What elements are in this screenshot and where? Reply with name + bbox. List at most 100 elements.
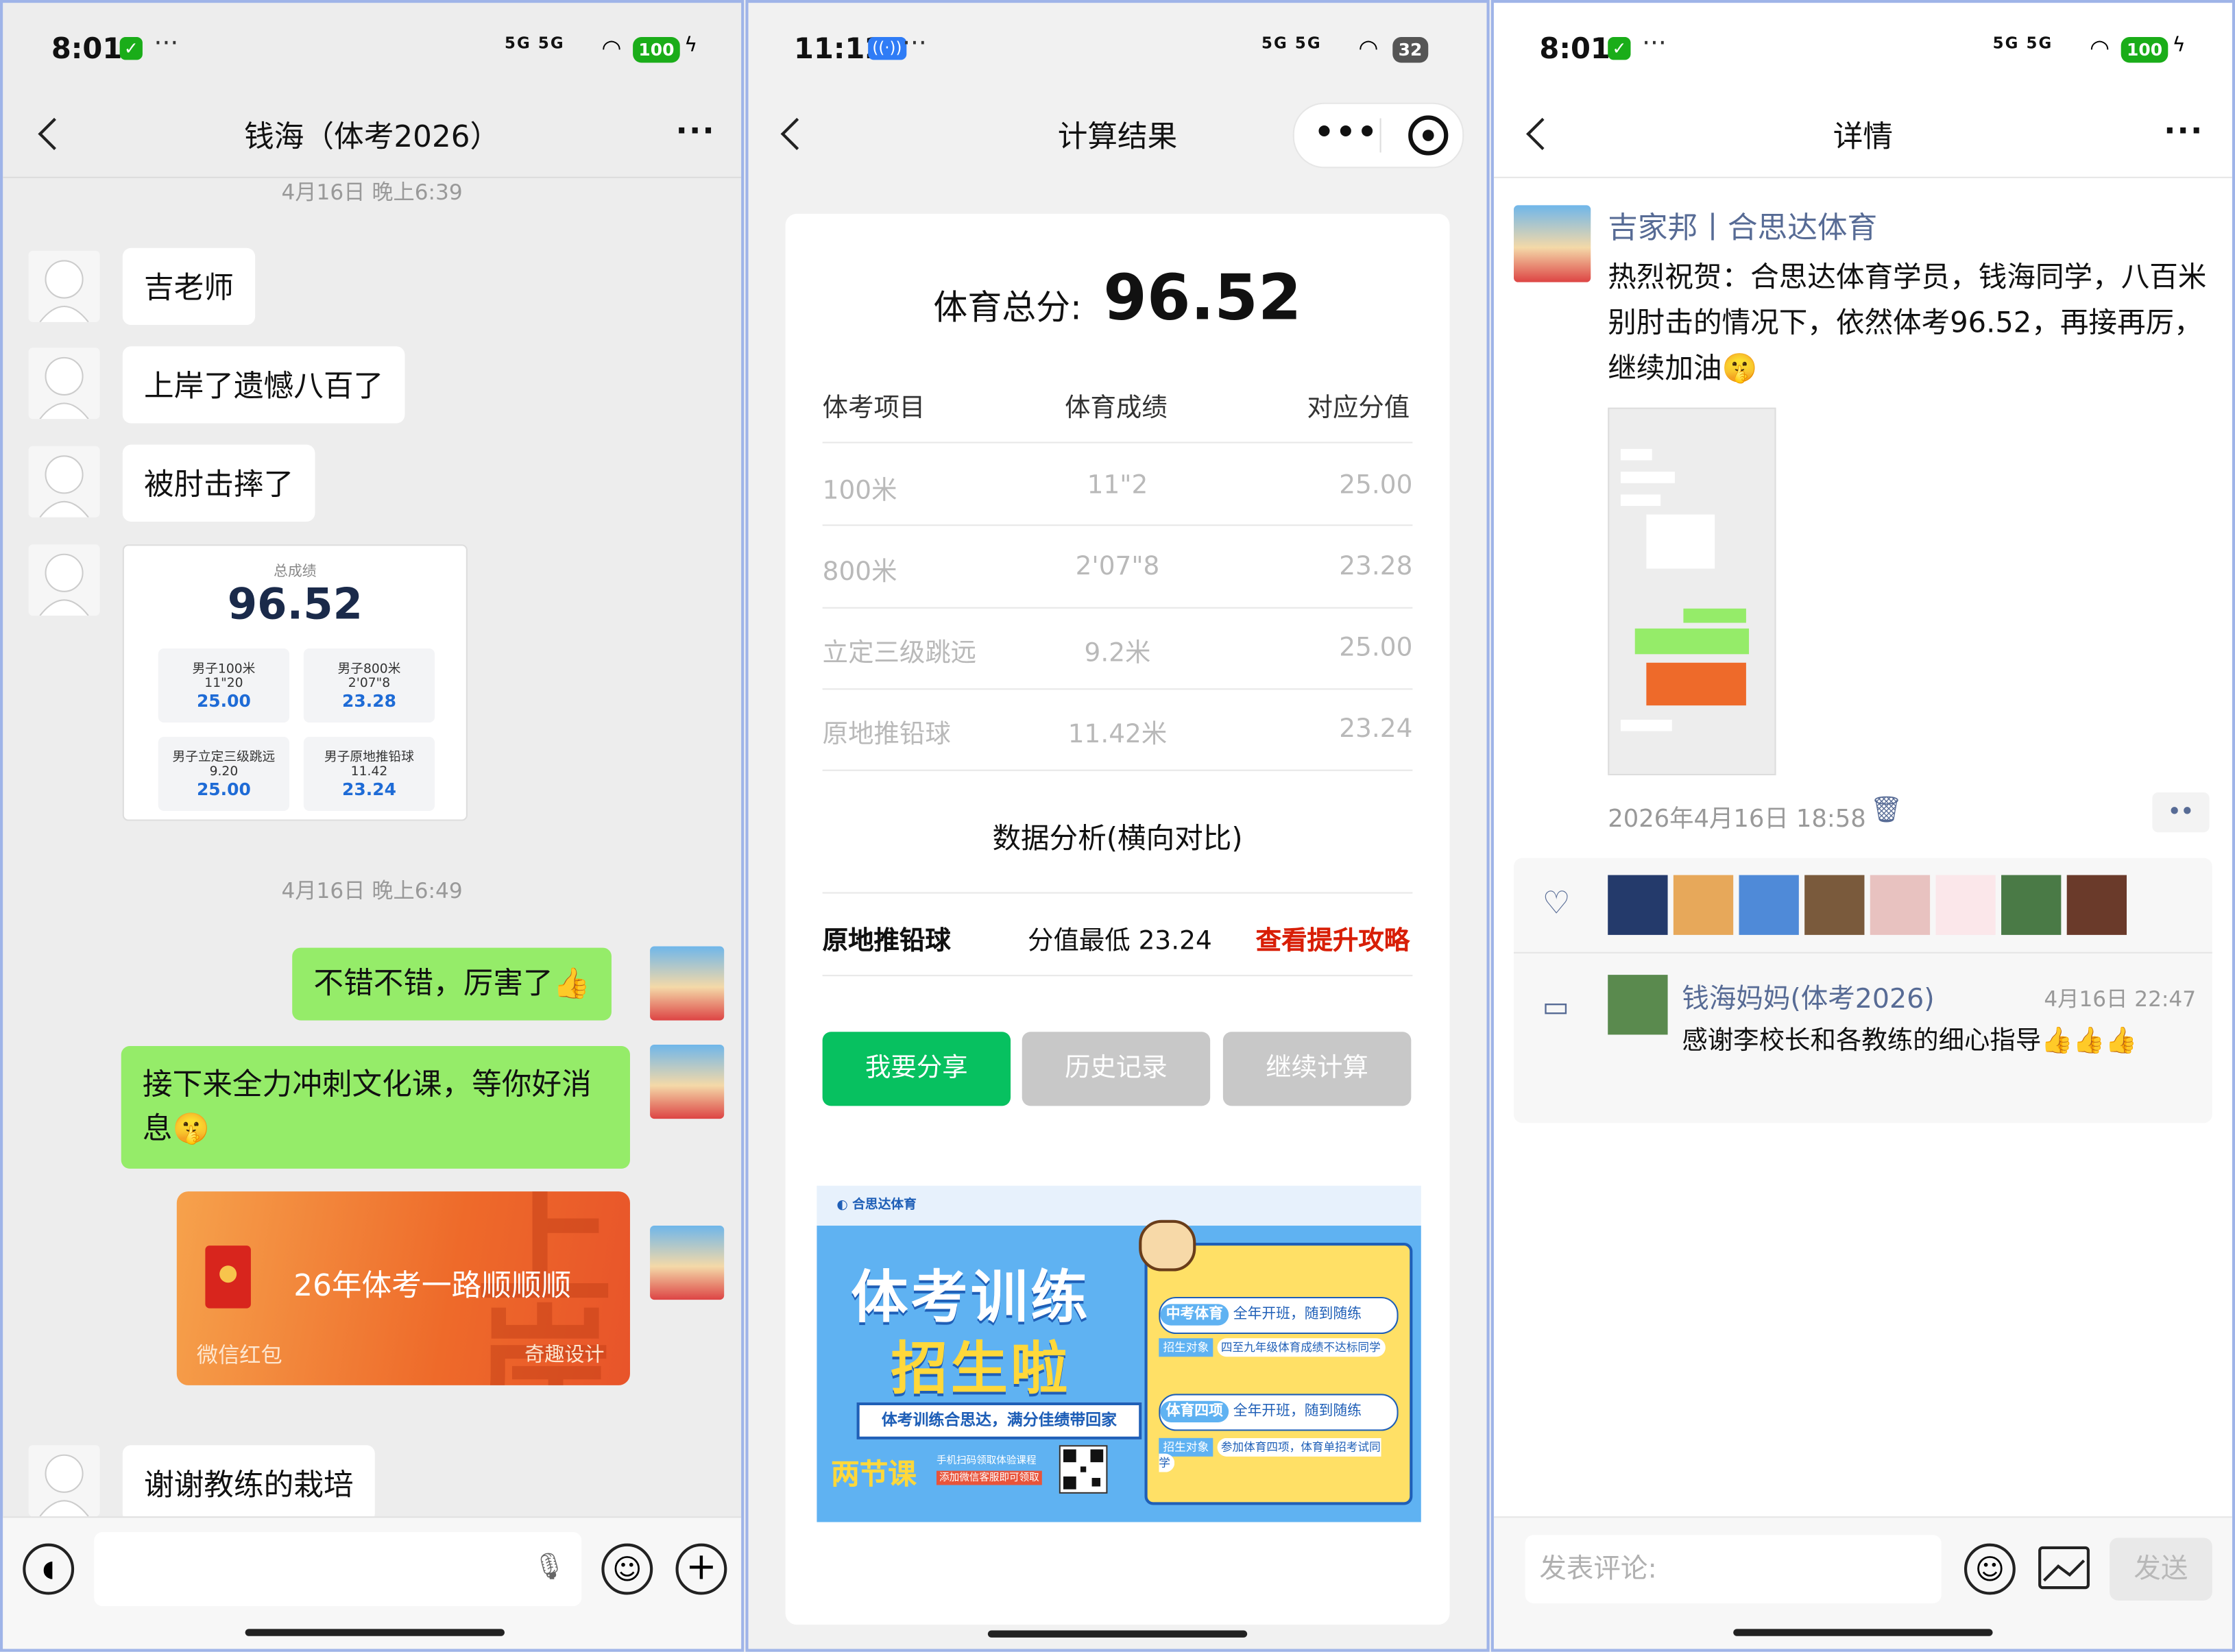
avatar[interactable] [650, 946, 725, 1021]
more-icon[interactable]: ••• [1314, 115, 1379, 151]
comment-icon: ▭ [1542, 988, 1569, 1023]
comment-text: 感谢李校长和各教练的细心指导👍👍👍 [1682, 1025, 2138, 1056]
analysis-text: 分值最低 23.24 [1028, 926, 1212, 957]
total-score-row: 体育总分: 96.52 [786, 263, 1450, 335]
charging-icon: ϟ [684, 34, 698, 58]
heart-icon: ♡ [1542, 886, 1571, 923]
row-score: 25.00 [1339, 470, 1413, 500]
chat-title: 钱海（体考2026） [244, 119, 500, 154]
image-icon[interactable] [2038, 1546, 2090, 1590]
message-bubble[interactable]: 吉老师 [122, 247, 256, 326]
chat-panel: 8:01 ✓ ··· 5G 5G ◠ 100 ϟ 钱海（体考2026） ··· … [0, 0, 745, 1652]
commenter-name[interactable]: 钱海妈妈(体考2026) [1682, 977, 1934, 1016]
thumb-bubble [1620, 472, 1675, 483]
more-status-icon: ··· [154, 28, 179, 59]
avatar[interactable] [28, 348, 100, 420]
divider [822, 524, 1413, 526]
plus-icon[interactable]: + [675, 1543, 727, 1595]
row-score: 23.24 [1339, 714, 1413, 744]
thumb-bubble [1620, 494, 1661, 507]
liker-avatar[interactable] [1673, 875, 1734, 935]
thumb-bubble [1634, 628, 1750, 655]
result-card: 体育总分: 96.52 体考项目 体育成绩 对应分值 100米 11"2 25.… [785, 213, 1450, 1625]
voice-icon[interactable]: ◖ [23, 1543, 75, 1595]
comment-input[interactable]: 发表评论: [1525, 1535, 1942, 1603]
emoji-icon[interactable]: ☺ [601, 1543, 653, 1595]
history-button[interactable]: 历史记录 [1022, 1032, 1211, 1106]
commenter-avatar[interactable] [1608, 975, 1668, 1035]
qr-code [1059, 1445, 1108, 1494]
trash-icon[interactable]: 🗑 [1870, 795, 1903, 825]
liker-avatar[interactable] [2066, 875, 2127, 935]
analysis-item: 原地推铅球 [822, 926, 951, 957]
avatar[interactable] [650, 1226, 725, 1300]
row-perf: 9.2米 [1084, 638, 1151, 669]
comment-bar: 发表评论: ☺ 发送 [1493, 1516, 2232, 1649]
message-input[interactable]: 🎙 [94, 1532, 582, 1607]
shield-icon: ✓ [119, 37, 143, 60]
improve-strategy-link[interactable]: 查看提升攻略 [1256, 921, 1410, 958]
message-bubble[interactable]: 谢谢教练的栽培 [122, 1445, 375, 1522]
divider [822, 607, 1413, 609]
row-score: 23.28 [1339, 551, 1413, 582]
home-indicator [987, 1630, 1248, 1638]
author-name[interactable]: 吉家邦丨合思达体育 [1608, 205, 1877, 247]
avatar[interactable] [28, 250, 100, 322]
liker-avatar[interactable] [1870, 875, 1931, 935]
liker-avatar[interactable] [1608, 875, 1668, 935]
status-time: 8:01 [1539, 31, 1610, 66]
banner-course-panel: 中考体育 全年开班，随到随练 招生对象 四至九年级体育成绩不达标同学 体育四项 … [1144, 1242, 1413, 1505]
moment-more-icon[interactable]: •• [2152, 792, 2210, 833]
avatar[interactable] [650, 1044, 725, 1119]
share-button[interactable]: 我要分享 [822, 1032, 1011, 1106]
send-button[interactable]: 发送 [2110, 1538, 2212, 1601]
banner-logo: ◐ 合思达体育 [836, 1198, 917, 1213]
input-bar: ◖ 🎙 ☺ + [3, 1516, 742, 1649]
timestamp: 4月16日 晚上6:39 [281, 179, 463, 206]
liker-avatar[interactable] [2001, 875, 2062, 935]
total-score-value: 96.52 [1103, 262, 1302, 335]
author-avatar[interactable] [1514, 205, 1591, 282]
more-icon[interactable]: ··· [675, 114, 715, 149]
shush-emoji-icon: 🤫 [1721, 350, 1758, 385]
avatar[interactable] [28, 446, 100, 518]
row-perf: 2'07"8 [1075, 551, 1160, 582]
message-bubble-outgoing[interactable]: 不错不错，厉害了👍 [292, 947, 612, 1021]
home-indicator [245, 1629, 505, 1636]
thumbs-up-icon: 👍 [553, 966, 591, 1001]
thumb-card [1646, 514, 1715, 569]
message-bubble-outgoing[interactable]: 接下来全力冲刺文化课，等你好消息🤫 [121, 1046, 630, 1169]
capsule-menu: ••• [1292, 102, 1464, 169]
score-card-image[interactable]: 总成绩 96.52 男子100米 11"20 25.00 男子800米 2'07… [122, 544, 468, 821]
home-indicator [1733, 1629, 1993, 1636]
continue-button[interactable]: 继续计算 [1222, 1032, 1412, 1106]
signal-icon: 5G 5G [505, 34, 565, 53]
avatar[interactable] [28, 1445, 100, 1517]
charging-icon: ϟ [2172, 34, 2186, 58]
course-2: 体育四项 全年开班，随到随练 [1159, 1394, 1399, 1431]
liker-avatar[interactable] [1804, 875, 1865, 935]
message-bubble[interactable]: 被肘击摔了 [122, 444, 315, 522]
row-score: 25.00 [1339, 633, 1413, 663]
close-miniprogram-icon[interactable] [1408, 115, 1449, 156]
message-bubble[interactable]: 上岸了遗憾八百了 [122, 346, 405, 424]
moment-image[interactable] [1608, 407, 1776, 776]
avatar[interactable] [28, 544, 100, 616]
more-icon[interactable]: ··· [2164, 114, 2203, 149]
red-packet-brand: 奇趣设计 [524, 1344, 605, 1367]
red-packet-label: 微信红包 [196, 1342, 282, 1368]
score-cell: 男子原地推铅球 11.42 23.24 [303, 736, 435, 812]
divider [1493, 176, 2232, 178]
liker-avatar[interactable] [1935, 875, 1996, 935]
thumbs-up-icon: 👍👍👍 [2041, 1025, 2138, 1056]
divider [1514, 951, 2212, 953]
wifi-icon: ◠ [1358, 34, 1379, 62]
liker-avatar[interactable] [1739, 875, 1799, 935]
thumb-bubble [1683, 608, 1746, 623]
red-packet[interactable]: 上岸 26年体考一路顺顺顺 微信红包 奇趣设计 [176, 1191, 630, 1385]
emoji-icon[interactable]: ☺ [1964, 1543, 2016, 1595]
microphone-icon[interactable]: 🎙 [533, 1552, 566, 1582]
promo-banner[interactable]: ◐ 合思达体育 体考训练 招生啦 体考训练合思达，满分佳绩带回家 两节课 手机扫… [817, 1185, 1421, 1522]
cat-mascot-icon [1139, 1219, 1196, 1272]
wifi-icon: ◠ [2089, 34, 2110, 62]
